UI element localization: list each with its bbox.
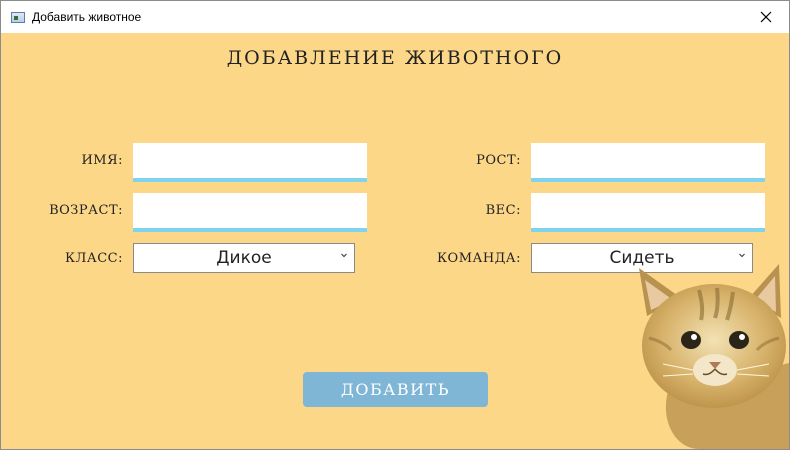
close-button[interactable]: [743, 1, 789, 33]
kitten-illustration: [639, 264, 789, 449]
class-label: КЛАСС:: [64, 251, 123, 266]
height-label: РОСТ:: [476, 153, 521, 168]
height-input[interactable]: [531, 143, 765, 182]
close-icon: [760, 11, 772, 23]
class-select-value: Дикое: [216, 248, 272, 268]
add-button[interactable]: ДОБАВИТЬ: [303, 372, 488, 407]
chevron-down-icon: [341, 253, 347, 258]
weight-label: ВЕС:: [485, 203, 521, 218]
age-input[interactable]: [133, 193, 367, 232]
dialog-window: Добавить животное ДОБАВЛЕНИЕ ЖИВОТНОГО И…: [0, 0, 790, 450]
title-bar[interactable]: Добавить животное: [1, 1, 789, 33]
command-label: КОМАНДА:: [436, 251, 521, 266]
class-select[interactable]: Дикое: [133, 243, 355, 273]
name-input[interactable]: [133, 143, 367, 182]
app-window-icon: [11, 11, 25, 23]
name-label: ИМЯ:: [81, 153, 123, 168]
window-title: Добавить животное: [32, 10, 142, 24]
age-label: ВОЗРАСТ:: [49, 203, 123, 218]
weight-input[interactable]: [531, 193, 765, 232]
form-area: ДОБАВЛЕНИЕ ЖИВОТНОГО ИМЯ: ВОЗРАСТ: КЛАСС…: [1, 33, 789, 449]
page-title: ДОБАВЛЕНИЕ ЖИВОТНОГО: [226, 47, 564, 69]
